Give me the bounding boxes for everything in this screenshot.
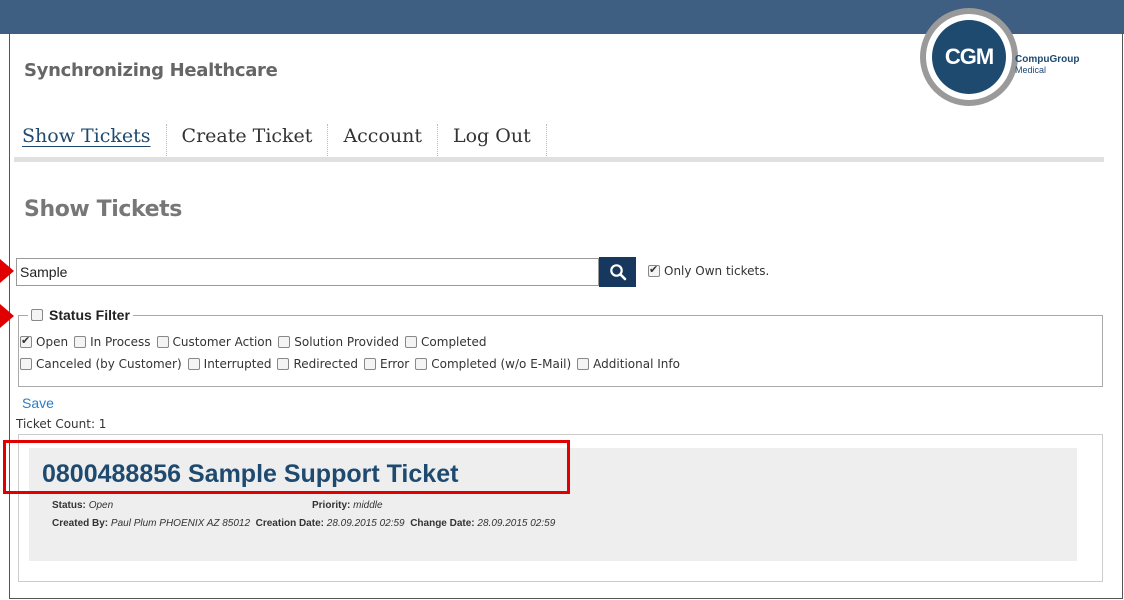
ticket-change-date-value: 28.09.2015 02:59 <box>477 518 556 529</box>
tagline: Synchronizing Healthcare <box>24 60 278 81</box>
own-tickets-label: Only Own tickets. <box>664 264 770 278</box>
nav-divider <box>14 157 1104 162</box>
brand-name: CompuGroup Medical <box>1015 55 1079 75</box>
page-title: Show Tickets <box>24 197 182 222</box>
status-filter-row-1: Open In Process Customer Action Solution… <box>20 334 492 349</box>
ticket-details-row: Created By: Paul Plum PHOENIX AZ 85012 C… <box>52 518 555 529</box>
main-nav: Show Tickets Create Ticket Account Log O… <box>22 124 547 156</box>
filter-additional-info-label: Additional Info <box>593 357 680 371</box>
filter-customer-action-label: Customer Action <box>172 335 273 349</box>
filter-in-process-label: In Process <box>90 335 151 349</box>
own-tickets-checkbox[interactable] <box>648 263 660 277</box>
filter-additional-info-checkbox[interactable] <box>577 358 590 370</box>
nav-account[interactable]: Account <box>328 124 438 156</box>
filter-solution-provided[interactable]: Solution Provided <box>278 335 399 349</box>
filter-additional-info[interactable]: Additional Info <box>577 357 680 371</box>
filter-canceled-checkbox[interactable] <box>20 358 32 370</box>
filter-customer-action-checkbox[interactable] <box>156 336 169 348</box>
search-icon <box>609 264 626 281</box>
filter-interrupted-label: Interrupted <box>203 357 272 371</box>
status-filter-group <box>18 315 1103 387</box>
filter-canceled[interactable]: Canceled (by Customer) <box>20 357 182 371</box>
ticket-priority-value: middle <box>353 500 383 511</box>
filter-completed-checkbox[interactable] <box>405 336 418 348</box>
own-tickets-option[interactable]: Only Own tickets. <box>648 263 770 278</box>
ticket-change-date-label: Change Date: <box>410 518 475 529</box>
filter-redirected-checkbox[interactable] <box>277 358 290 370</box>
filter-completed[interactable]: Completed <box>405 335 486 349</box>
filter-completed-label: Completed <box>421 335 487 349</box>
status-filter-row-2: Canceled (by Customer) Interrupted Redir… <box>20 357 686 371</box>
brand-line-2: Medical <box>1015 65 1047 75</box>
cgm-logo-icon: CGM <box>932 20 1006 94</box>
ticket-created-by-value: Paul Plum PHOENIX AZ 85012 <box>110 518 251 529</box>
filter-completed-no-email-checkbox[interactable] <box>415 358 428 370</box>
filter-error[interactable]: Error <box>363 357 410 371</box>
filter-redirected[interactable]: Redirected <box>277 357 358 371</box>
filter-in-process-checkbox[interactable] <box>74 336 87 348</box>
status-filter-title: Status Filter <box>49 307 130 323</box>
annotation-highlight-ticket <box>3 440 570 494</box>
ticket-priority: Priority: middle <box>312 500 383 511</box>
filter-customer-action[interactable]: Customer Action <box>156 335 273 349</box>
annotation-arrow-search <box>0 259 14 283</box>
filter-error-label: Error <box>379 357 410 371</box>
annotation-arrow-filter <box>0 304 14 328</box>
filter-canceled-label: Canceled (by Customer) <box>36 357 182 371</box>
filter-open[interactable]: Open <box>20 334 69 349</box>
filter-solution-provided-label: Solution Provided <box>294 335 400 349</box>
ticket-creation-date-value: 28.09.2015 02:59 <box>326 518 405 529</box>
ticket-creation-date-label: Creation Date: <box>255 518 324 529</box>
save-filter-link[interactable]: Save <box>22 395 54 411</box>
filter-open-label: Open <box>36 335 69 349</box>
ticket-status-value: Open <box>88 500 114 511</box>
search-button[interactable] <box>599 257 636 287</box>
nav-show-tickets[interactable]: Show Tickets <box>22 124 167 156</box>
filter-error-checkbox[interactable] <box>363 358 376 370</box>
nav-log-out[interactable]: Log Out <box>438 124 547 156</box>
status-filter-legend[interactable]: Status Filter <box>28 307 133 323</box>
brand-line-1: CompuGroup <box>1015 54 1080 65</box>
filter-in-process[interactable]: In Process <box>74 335 151 349</box>
filter-completed-no-email[interactable]: Completed (w/o E-Mail) <box>415 357 571 371</box>
ticket-status: Status: Open <box>52 500 113 511</box>
search-input[interactable] <box>16 258 599 286</box>
filter-open-checkbox[interactable] <box>20 334 32 348</box>
filter-solution-provided-checkbox[interactable] <box>278 336 291 348</box>
filter-completed-no-email-label: Completed (w/o E-Mail) <box>431 357 572 371</box>
status-filter-all-checkbox[interactable] <box>31 309 43 321</box>
filter-redirected-label: Redirected <box>293 357 358 371</box>
ticket-count: Ticket Count: 1 <box>16 417 107 431</box>
filter-interrupted-checkbox[interactable] <box>187 358 200 370</box>
ticket-priority-label: Priority: <box>312 500 351 511</box>
ticket-created-by-label: Created By: <box>52 518 109 529</box>
nav-create-ticket[interactable]: Create Ticket <box>167 124 329 156</box>
filter-interrupted[interactable]: Interrupted <box>187 357 272 371</box>
ticket-status-label: Status: <box>52 500 86 511</box>
